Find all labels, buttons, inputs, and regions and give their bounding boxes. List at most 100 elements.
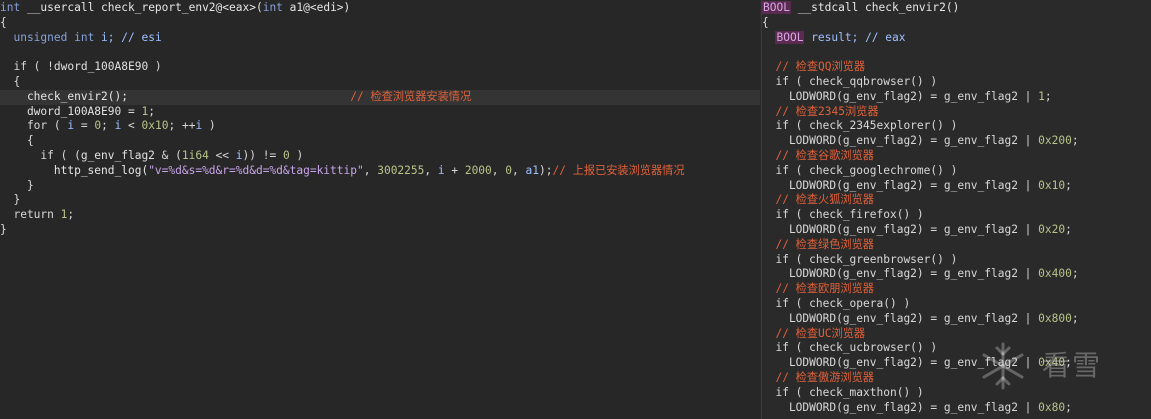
code-token: ; ++ [168,119,196,133]
code-line[interactable]: if ( !dword_100A8E90 ) [0,60,760,75]
code-line[interactable]: unsigned int i; // esi [0,31,760,46]
code-token: 0 [505,163,513,177]
code-line[interactable]: LODWORD(g_env_flag2) = g_env_flag2 | 0x4… [762,267,1151,282]
code-token: 1i64 [181,149,209,162]
code-token: if ( check_greenbrowser() ) [762,252,958,266]
code-token: LODWORD(g_env_flag2) = g_env_flag2 | [762,89,1039,103]
code-token: 2000 [464,163,492,177]
code-token: if ( ! [0,60,54,74]
code-line[interactable]: int __usercall check_report_env2@<eax>(i… [0,1,760,16]
code-token: if ( check_maxthon() ) [762,385,924,399]
code-token: ; [1065,400,1072,414]
code-token: 1 [1038,89,1045,103]
code-token: i [437,163,445,177]
code-token: ; [1044,89,1052,103]
code-token: int [74,30,95,44]
code-token: // 检查UC浏览器 [762,326,866,340]
code-token: { [0,134,34,148]
code-line[interactable]: // 检查谷歌浏览器 [762,149,1151,164]
code-token: int [262,1,283,14]
code-token: , [512,163,526,177]
code-token: { [762,15,769,29]
code-line[interactable]: if ( check_googlechrome() ) [762,164,1151,179]
code-token: // 检查QQ浏览器 [762,60,866,74]
code-line[interactable]: } [0,223,760,238]
code-token: if ( check_qqbrowser() ) [762,75,938,88]
code-line[interactable]: LODWORD(g_env_flag2) = g_env_flag2 | 0x2… [762,134,1151,149]
code-token: 3002255 [377,163,425,177]
code-line[interactable] [762,45,1151,60]
code-token: // 检查2345浏览器 [762,104,879,118]
code-line[interactable]: { [762,16,1151,31]
code-line[interactable]: for ( i = 0; i < 0x10; ++i ) [0,119,760,134]
code-line[interactable]: http_send_log("v=%d&s=%d&r=%d&d=%d&tag=k… [0,164,760,179]
code-token: 0x20 [1038,223,1066,236]
code-line[interactable]: LODWORD(g_env_flag2) = g_env_flag2 | 0x2… [762,223,1151,238]
code-token: __usercall check_report_env2@<eax>( [20,1,263,14]
code-line[interactable]: LODWORD(g_env_flag2) = g_env_flag2 | 0x8… [762,401,1151,416]
code-token: 0x400 [1038,267,1072,281]
code-token: 0x80 [1038,400,1066,414]
code-line[interactable]: { [0,75,760,90]
code-token: if ( check_2345explorer() ) [762,119,958,133]
code-line[interactable]: dword_100A8E90 = 1; [0,105,760,120]
code-token: if ( check_opera() ) [762,297,911,310]
code-line[interactable] [0,45,760,60]
code-token: unsigned [0,30,75,44]
code-line[interactable]: } [0,193,760,208]
code-line[interactable]: // 检查绿色浏览器 [762,238,1151,253]
watermark-text: 看雪 [1042,349,1103,382]
code-line[interactable]: check_envir2(); // 检查浏览器安装情况 [0,89,760,105]
code-token: 0x800 [1038,311,1072,325]
code-token: i; [94,30,122,44]
code-line[interactable]: if ( check_greenbrowser() ) [762,253,1151,268]
code-token: // 检查火狐浏览器 [762,193,874,207]
code-line[interactable]: // 检查2345浏览器 [762,105,1151,120]
code-line[interactable]: BOOL result; // eax [762,30,1151,46]
code-line[interactable]: { [0,16,760,31]
code-token: // 检查傲游浏览器 [762,371,874,384]
code-token: ; [1071,134,1079,148]
code-token: "v=%d&s=%d&r=%d&d=%d&tag=kittip" [148,163,364,177]
code-token: // esi [121,30,162,44]
code-line[interactable]: { [0,134,760,149]
code-token: ; [1065,178,1072,192]
code-line[interactable]: BOOL __stdcall check_envir2() [762,1,1151,16]
code-token: LODWORD(g_env_flag2) = g_env_flag2 | [762,311,1039,325]
code-token: g_env_flag2 [80,149,155,162]
code-line[interactable]: if ( check_firefox() ) [762,208,1151,223]
code-token: ); [538,163,553,177]
code-line[interactable]: if ( check_2345explorer() ) [762,119,1151,134]
code-token: ; [1071,311,1079,325]
code-token: ; [1071,267,1079,281]
code-token: a1@<edi>) [282,1,351,14]
code-token: + [444,163,465,177]
code-line[interactable]: // 检查QQ浏览器 [762,60,1151,75]
code-line[interactable]: return 1; [0,208,760,223]
code-line[interactable]: LODWORD(g_env_flag2) = g_env_flag2 | 0x8… [762,312,1151,327]
code-line[interactable]: if ( check_opera() ) [762,297,1151,312]
code-line[interactable]: if ( (g_env_flag2 & (1i64 << i)) != 0 ) [0,149,760,164]
code-line[interactable]: } [0,179,760,194]
code-line[interactable]: // 检查火狐浏览器 [762,193,1151,208]
code-token: { [0,75,21,88]
code-token: __stdcall check_envir2() [790,1,960,14]
code-token: , [491,163,506,177]
code-token: ) [202,119,216,133]
code-line[interactable]: // 检查欧朋浏览器 [762,282,1151,297]
left-code-pane[interactable]: int __usercall check_report_env2@<eax>(i… [0,0,760,419]
code-token: ) [148,60,162,74]
code-token: 0x10 [1038,178,1066,192]
code-token: if ( check_firefox() ) [762,208,924,222]
code-line[interactable]: LODWORD(g_env_flag2) = g_env_flag2 | 0x1… [762,179,1151,194]
code-token: result; [804,30,866,44]
code-token: )) != [242,149,283,162]
code-token: ) [289,149,304,162]
code-token: << [208,149,236,162]
code-token: , [363,163,378,177]
code-line[interactable]: if ( check_qqbrowser() ) [762,75,1151,90]
code-token: } [0,178,34,192]
code-token: // 检查浏览器安装情况 [350,89,472,103]
code-line[interactable]: LODWORD(g_env_flag2) = g_env_flag2 | 1; [762,90,1151,105]
code-token: dword_100A8E90 [0,104,122,118]
